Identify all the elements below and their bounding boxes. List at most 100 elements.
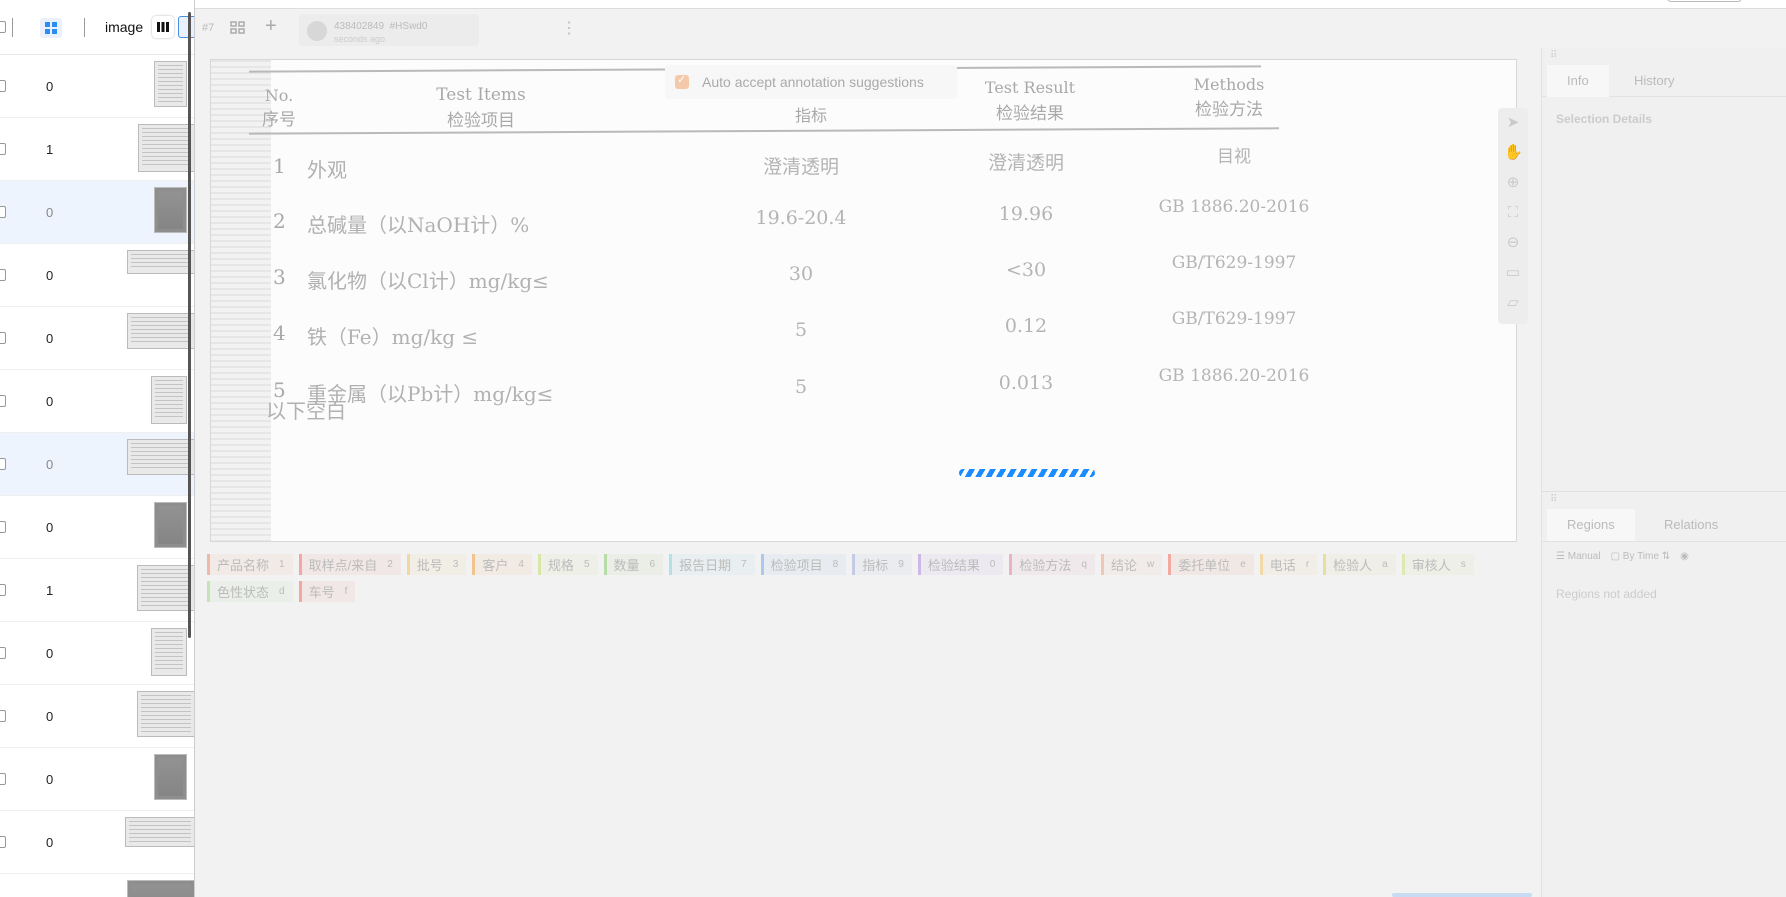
header-divider	[84, 18, 85, 37]
fit-icon[interactable]: ⛶	[1504, 204, 1522, 222]
label-chip[interactable]: 检验人 a	[1323, 554, 1396, 575]
table-row[interactable]: 0	[0, 307, 195, 370]
row-checkbox[interactable]	[0, 458, 6, 470]
rectangle-icon[interactable]: ▭	[1504, 264, 1522, 282]
image-canvas[interactable]: No. 序号 Test Items 检验项目 指标 Test Result 检验…	[210, 59, 1517, 542]
list-scrollbar[interactable]	[188, 12, 191, 638]
add-annotation-button[interactable]: +	[265, 15, 277, 38]
row-thumbnail	[151, 628, 187, 676]
label-chip[interactable]: 电话 r	[1259, 554, 1318, 575]
row-thumbnail	[154, 187, 187, 233]
label-chip[interactable]: 数量 6	[603, 554, 664, 575]
sort-by-time-button[interactable]: ▢ By Time ⇅	[1611, 551, 1671, 562]
row-thumbnail	[137, 565, 195, 611]
row-checkbox[interactable]	[0, 710, 6, 722]
column-header-image[interactable]: image	[105, 19, 143, 35]
label-chip[interactable]: 指标 9	[852, 554, 912, 575]
row-checkbox[interactable]	[0, 584, 6, 596]
document-row-no: 4	[273, 321, 286, 345]
label-name: 检验结果	[927, 558, 980, 573]
table-row[interactable]: 0	[0, 181, 195, 244]
document-row-result: 澄清透明	[987, 152, 1064, 174]
table-row[interactable]: 0	[0, 370, 195, 433]
annotation-count: 0	[46, 268, 54, 283]
info-tabs: Info History	[1542, 65, 1786, 97]
label-chip[interactable]: 委托单位 e	[1168, 554, 1254, 575]
row-checkbox[interactable]	[0, 143, 6, 155]
row-checkbox[interactable]	[0, 395, 6, 407]
polygon-icon[interactable]: ▱	[1504, 294, 1522, 312]
document-row-method: GB/T629-1997	[1171, 309, 1297, 329]
table-row[interactable]: 0	[0, 685, 195, 748]
zoom-in-icon[interactable]: ⊕	[1504, 174, 1522, 192]
table-row[interactable]: 0	[0, 622, 195, 685]
document-row-method: GB 1886.20-2016	[1158, 197, 1310, 217]
hand-icon[interactable]: ✋	[1504, 144, 1523, 162]
table-row[interactable]: 0	[0, 55, 195, 118]
columns-icon	[157, 22, 169, 32]
task-list: 0 1 0 0 0 0 0 0 1 0 0 0 0 1	[0, 55, 195, 897]
submit-button-edge[interactable]	[1392, 893, 1532, 897]
annotation-count: 0	[46, 709, 54, 724]
visibility-icon[interactable]: ◉	[1680, 551, 1689, 562]
table-row[interactable]: 0	[0, 433, 195, 496]
view-toggle-button[interactable]	[178, 16, 195, 38]
label-name: 批号	[416, 558, 443, 573]
task-id: #7	[202, 22, 215, 34]
row-checkbox[interactable]	[0, 332, 6, 344]
grid-view-button[interactable]	[40, 18, 62, 38]
drag-handle-icon[interactable]: ⠿	[1550, 50, 1557, 61]
grid-icon[interactable]	[230, 21, 246, 35]
label-chip[interactable]: 批号 3	[406, 554, 467, 575]
label-chip[interactable]: 车号 f	[298, 581, 356, 602]
annotation-tab[interactable]: 438402849 #HSwd0 seconds ago ⋮	[299, 14, 577, 46]
row-checkbox[interactable]	[0, 647, 6, 659]
label-chip[interactable]: 审核人 s	[1401, 554, 1474, 575]
label-chip[interactable]: 产品名称 1	[207, 554, 293, 575]
checkbox[interactable]	[675, 73, 689, 89]
row-thumbnail	[154, 61, 187, 107]
more-options-icon[interactable]: ⋮	[561, 18, 577, 38]
label-hotkey: 4	[518, 559, 524, 570]
label-chip[interactable]: 色性状态 d	[207, 581, 293, 602]
zoom-out-icon[interactable]: ⊖	[1504, 234, 1522, 252]
label-hotkey: d	[279, 586, 285, 597]
top-action-button[interactable]	[1667, 0, 1742, 2]
row-checkbox[interactable]	[0, 773, 6, 785]
table-row[interactable]: 1	[0, 559, 195, 622]
row-checkbox[interactable]	[0, 80, 6, 92]
document-footer-note: 以下空白	[266, 399, 346, 423]
label-chip[interactable]: 报告日期 7	[669, 554, 755, 575]
sort-manual-button[interactable]: ☰ Manual	[1556, 551, 1601, 562]
label-chip[interactable]: 客户 4	[472, 554, 532, 575]
label-chip[interactable]: 检验方法 q	[1009, 554, 1095, 575]
table-row[interactable]: 1	[0, 118, 195, 181]
table-row[interactable]: 0	[0, 748, 195, 811]
tab-relations[interactable]: Relations	[1644, 509, 1738, 541]
label-name: 客户	[482, 558, 509, 573]
label-name: 数量	[613, 558, 640, 573]
select-all-checkbox[interactable]	[0, 21, 6, 33]
label-chip[interactable]: 结论 w	[1100, 554, 1163, 575]
row-checkbox[interactable]	[0, 521, 6, 533]
tab-regions[interactable]: Regions	[1547, 509, 1635, 541]
auto-accept-toggle[interactable]: Auto accept annotation suggestions	[665, 65, 957, 99]
label-chip[interactable]: 检验项目 8	[760, 554, 847, 575]
label-chip[interactable]: 检验结果 0	[917, 554, 1004, 575]
table-row[interactable]: 0	[0, 496, 195, 559]
table-row[interactable]: 1	[0, 874, 195, 897]
tab-info[interactable]: Info	[1547, 65, 1609, 97]
table-row[interactable]: 0	[0, 811, 195, 874]
tab-history[interactable]: History	[1614, 65, 1694, 97]
row-checkbox[interactable]	[0, 206, 6, 218]
pointer-icon[interactable]: ➤	[1504, 114, 1522, 132]
label-chip[interactable]: 取样点/来自 2	[298, 554, 401, 575]
columns-button[interactable]	[152, 16, 174, 38]
label-chip[interactable]: 规格 5	[537, 554, 598, 575]
row-checkbox[interactable]	[0, 836, 6, 848]
header-no-en: No.	[264, 86, 294, 105]
row-checkbox[interactable]	[0, 269, 6, 281]
drag-handle-icon[interactable]: ⠿	[1550, 494, 1557, 505]
table-row[interactable]: 0	[0, 244, 195, 307]
label-name: 检验项目	[770, 558, 823, 573]
